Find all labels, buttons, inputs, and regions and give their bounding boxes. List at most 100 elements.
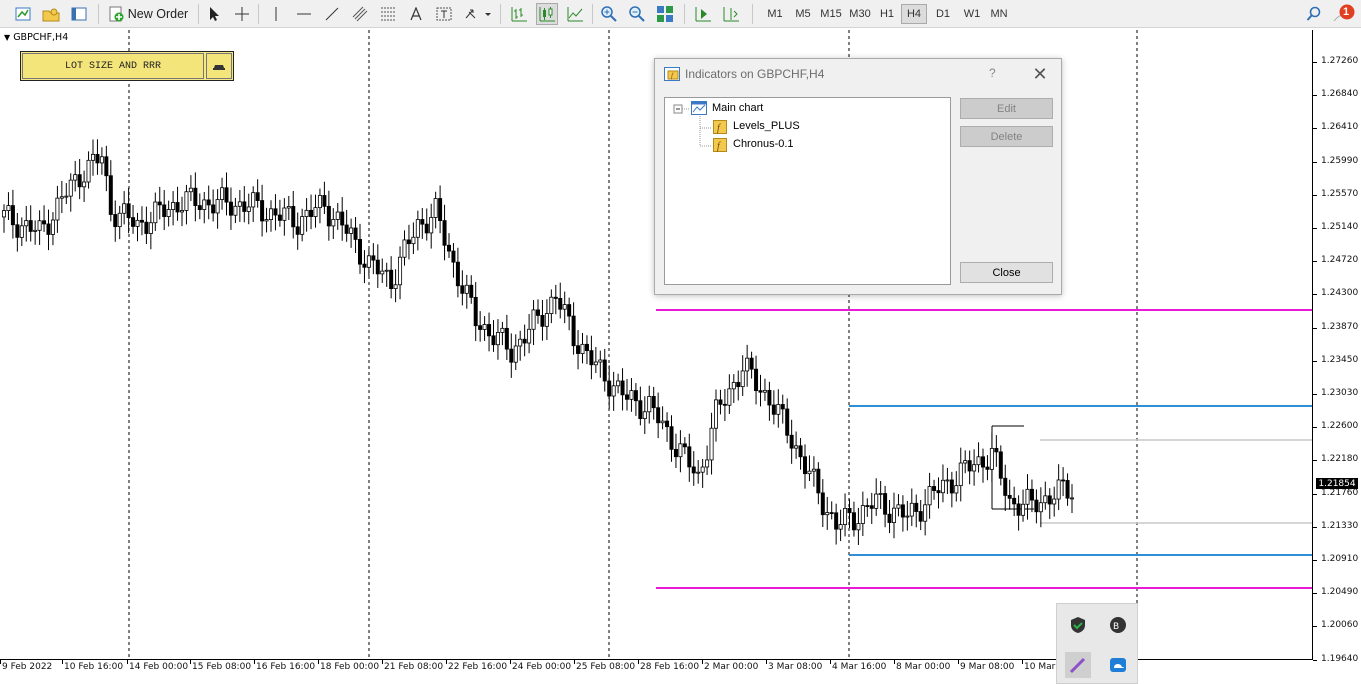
time-axis-tick [830, 660, 831, 664]
candle-body [433, 198, 438, 218]
delete-button[interactable]: Delete [960, 126, 1053, 147]
candle-body [798, 445, 803, 458]
candle-body [304, 209, 309, 218]
timeframe-h1[interactable]: H1 [875, 4, 899, 24]
candle-body [108, 175, 113, 215]
candle-body [277, 214, 282, 221]
crosshair-icon[interactable] [232, 3, 252, 25]
candle-body [335, 211, 340, 220]
candle-body [780, 404, 785, 410]
vertical-line-icon[interactable] [266, 3, 286, 25]
candle-body [1061, 479, 1066, 482]
candle-body [807, 470, 812, 475]
candle-body [73, 174, 78, 181]
new-order-label: New Order [127, 7, 189, 21]
candlestick-chart-icon[interactable] [536, 3, 558, 25]
lot-size-panel: LOT SIZE AND RRR [20, 51, 234, 81]
price-axis-tick [1313, 593, 1317, 595]
candle-body [264, 219, 269, 222]
notification-count: 1 [1343, 6, 1350, 18]
timeframe-m1[interactable]: M1 [762, 4, 788, 24]
timeframe-m15[interactable]: M15 [816, 4, 846, 24]
new-chart-icon[interactable] [12, 3, 34, 25]
line-chart-icon[interactable] [564, 3, 586, 25]
timeframe-m5[interactable]: M5 [790, 4, 816, 24]
candle-body [24, 220, 29, 227]
bar-chart-icon[interactable] [508, 3, 530, 25]
zoom-in-icon[interactable] [598, 3, 620, 25]
candle-body [340, 211, 345, 226]
candle-body [558, 298, 563, 310]
lot-size-button[interactable]: LOT SIZE AND RRR [22, 53, 205, 79]
tree-item-levels-plus[interactable]: Levels_PLUS [733, 120, 800, 132]
tree-item-main-chart[interactable]: Main chart [712, 102, 763, 114]
security-shield-icon[interactable] [1067, 614, 1089, 636]
candle-body [691, 466, 696, 474]
search-icon[interactable] [1303, 3, 1325, 25]
notifications-icon[interactable]: 1 [1331, 3, 1357, 25]
new-order-button[interactable]: New Order [106, 3, 190, 25]
candle-body [246, 206, 251, 212]
candle-body [682, 443, 687, 448]
candle-body [317, 195, 322, 209]
app-tray-icon[interactable]: B [1107, 614, 1129, 636]
candle-body [104, 156, 109, 177]
timeframe-d1[interactable]: D1 [930, 4, 956, 24]
time-axis-tick [510, 660, 511, 664]
text-label-icon[interactable] [434, 3, 454, 25]
help-button[interactable]: ? [989, 66, 996, 80]
timeframe-h4[interactable]: H4 [901, 4, 927, 24]
candle-body [909, 502, 914, 517]
candle-body [718, 399, 723, 405]
time-axis-label: 10 Mar [1024, 662, 1056, 672]
time-axis-label: 4 Mar 16:00 [832, 662, 887, 672]
candle-body [273, 208, 278, 216]
timeframe-w1[interactable]: W1 [959, 4, 985, 24]
arrows-dropdown-icon[interactable] [462, 3, 492, 25]
candle-body [513, 345, 518, 363]
candle-body [455, 261, 460, 287]
cloud-tray-icon[interactable] [1107, 654, 1129, 676]
candle-body [625, 394, 630, 400]
profiles-icon[interactable] [40, 3, 62, 25]
text-icon[interactable] [406, 3, 426, 25]
window-icon[interactable] [68, 3, 90, 25]
indicators-tree[interactable]: Main chart f Levels_PLUS f Chronus-0.1 [664, 97, 951, 285]
close-button[interactable]: Close [960, 262, 1053, 283]
candle-body [362, 263, 367, 268]
lot-settings-button[interactable] [206, 53, 232, 79]
candle-body [135, 219, 140, 227]
candle-body [500, 327, 505, 333]
current-price-label: 1.21854 [1316, 478, 1358, 489]
price-axis-label: 1.20060 [1321, 620, 1359, 631]
equidistant-channel-icon[interactable] [350, 3, 370, 25]
candle-body [193, 187, 198, 206]
timeframe-mn[interactable]: MN [986, 4, 1012, 24]
chart-shift-icon[interactable] [720, 3, 742, 25]
fibonacci-icon[interactable] [378, 3, 398, 25]
pen-tray-icon[interactable] [1065, 652, 1091, 678]
tile-windows-icon[interactable] [654, 3, 676, 25]
timeframe-m30[interactable]: M30 [845, 4, 875, 24]
candle-body [722, 403, 727, 406]
candle-body [892, 507, 897, 523]
time-axis-tick [382, 660, 383, 664]
cursor-icon[interactable] [204, 3, 224, 25]
time-axis-tick [190, 660, 191, 664]
candle-body [629, 390, 634, 400]
close-icon[interactable]: ✕ [1029, 63, 1051, 85]
candle-body [420, 219, 425, 225]
candle-body [157, 201, 162, 206]
toolbar-separator [198, 4, 199, 24]
candle-body [794, 445, 799, 449]
toolbar-separator [500, 4, 501, 24]
trendline-icon[interactable] [322, 3, 342, 25]
new-order-icon [109, 6, 124, 22]
chart-symbol-label: ▼ GBPCHF,H4 [4, 32, 69, 43]
edit-button[interactable]: Edit [960, 98, 1053, 119]
candle-body [1034, 499, 1039, 513]
tree-item-chronus[interactable]: Chronus-0.1 [733, 138, 794, 150]
zoom-out-icon[interactable] [626, 3, 648, 25]
auto-scroll-icon[interactable] [692, 3, 714, 25]
horizontal-line-icon[interactable] [294, 3, 314, 25]
